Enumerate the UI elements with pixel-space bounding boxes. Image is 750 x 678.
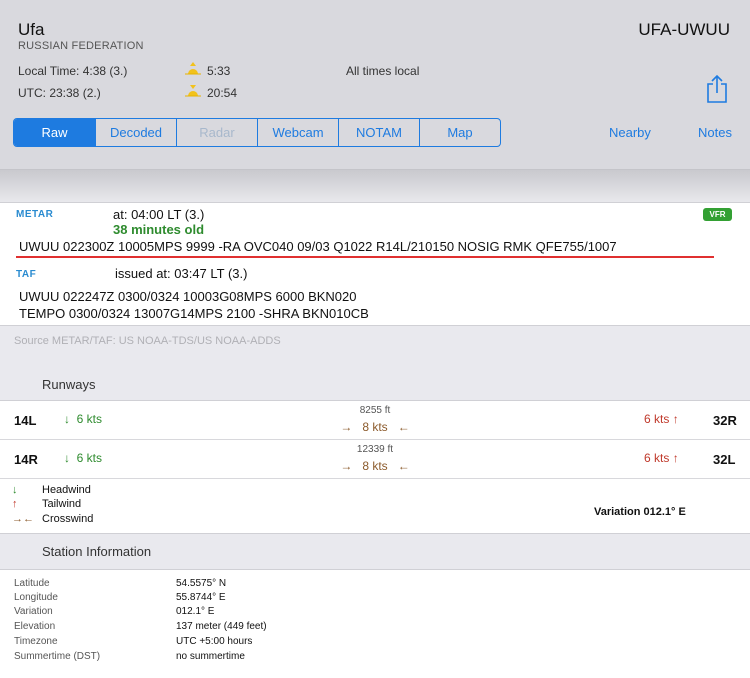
crosswind-left-arrow-icon: ← bbox=[397, 459, 410, 473]
runway-row: 14L ↓ 6 kts 8255 ft → 8 kts ← 6 kts ↑ 32… bbox=[0, 401, 750, 440]
crosswind-arrows-icon: →← bbox=[12, 513, 34, 525]
weather-report-panel: METAR at: 04:00 LT (3.) 38 minutes old V… bbox=[0, 202, 750, 326]
tailwind-value: 6 kts ↑ bbox=[644, 451, 679, 465]
flight-rule-badge: VFR bbox=[703, 208, 732, 221]
runway-row: 14R ↓ 6 kts 12339 ft → 8 kts ← 6 kts ↑ 3… bbox=[0, 440, 750, 479]
tab-map[interactable]: Map bbox=[419, 119, 500, 146]
info-key-dst: Summertime (DST) bbox=[14, 651, 101, 662]
crosswind-left-arrow-icon: ← bbox=[397, 420, 410, 434]
magnetic-variation: Variation 012.1° E bbox=[594, 506, 686, 518]
tab-decoded[interactable]: Decoded bbox=[95, 119, 176, 146]
tab-radar: Radar bbox=[176, 119, 257, 146]
info-value-longitude: 55.8744° E bbox=[176, 592, 226, 603]
taf-raw-line-2: TEMPO 0300/0324 13007G14MPS 2100 -SHRA B… bbox=[19, 306, 369, 321]
taf-label: TAF bbox=[16, 269, 37, 280]
all-times-note: All times local bbox=[346, 64, 420, 78]
tailwind-arrow-icon: ↑ bbox=[672, 451, 679, 465]
station-header: Ufa RUSSIAN FEDERATION UFA-UWUU Local Ti… bbox=[0, 0, 750, 170]
info-key-latitude: Latitude bbox=[14, 578, 50, 589]
info-value-dst: no summertime bbox=[176, 651, 245, 662]
share-icon[interactable] bbox=[705, 74, 729, 104]
crosswind-value: → 8 kts ← bbox=[340, 459, 410, 473]
notes-button[interactable]: Notes bbox=[698, 125, 732, 140]
tailwind-value: 6 kts ↑ bbox=[644, 412, 679, 426]
runway-length: 8255 ft bbox=[359, 405, 391, 416]
tab-raw[interactable]: Raw bbox=[14, 119, 95, 146]
info-key-timezone: Timezone bbox=[14, 636, 58, 647]
station-info-section-title: Station Information bbox=[42, 544, 152, 559]
local-time: Local Time: 4:38 (3.) bbox=[18, 64, 128, 78]
metar-raw-text: UWUU 022300Z 10005MPS 9999 -RA OVC040 09… bbox=[19, 239, 617, 254]
header-divider bbox=[0, 170, 750, 202]
metar-underline bbox=[16, 256, 714, 258]
sunset-icon bbox=[185, 85, 201, 100]
info-key-elevation: Elevation bbox=[14, 621, 56, 632]
view-tabs: Raw Decoded Radar Webcam NOTAM Map bbox=[13, 118, 501, 147]
sunrise-time: 5:33 bbox=[207, 64, 231, 78]
info-key-longitude: Longitude bbox=[14, 592, 58, 603]
city-name: Ufa bbox=[18, 20, 45, 39]
tab-webcam[interactable]: Webcam bbox=[257, 119, 338, 146]
metar-time: at: 04:00 LT (3.) bbox=[113, 207, 205, 222]
station-info-panel: Latitude 54.5575° N Longitude 55.8744° E… bbox=[0, 569, 750, 678]
data-source-note: Source METAR/TAF: US NOAA-TDS/US NOAA-AD… bbox=[14, 335, 281, 347]
runway-opposite-name: 32L bbox=[713, 452, 736, 467]
info-value-variation: 012.1° E bbox=[176, 606, 215, 617]
info-value-elevation: 137 meter (449 feet) bbox=[176, 621, 267, 632]
crosswind-value: → 8 kts ← bbox=[340, 420, 410, 434]
nearby-button[interactable]: Nearby bbox=[609, 125, 651, 140]
legend-crosswind: →← Crosswind bbox=[12, 513, 94, 525]
taf-issued-time: issued at: 03:47 LT (3.) bbox=[115, 266, 248, 281]
tab-notam[interactable]: NOTAM bbox=[338, 119, 419, 146]
sunset-time: 20:54 bbox=[207, 86, 238, 100]
tailwind-arrow-icon: ↑ bbox=[12, 498, 18, 510]
legend-headwind: ↓ Headwind bbox=[12, 484, 91, 496]
sunrise-icon bbox=[185, 62, 201, 78]
runway-length: 12339 ft bbox=[356, 444, 394, 455]
station-code: UFA-UWUU bbox=[638, 20, 730, 39]
runways-section-title: Runways bbox=[42, 377, 96, 392]
info-key-variation: Variation bbox=[14, 606, 53, 617]
info-value-timezone: UTC +5:00 hours bbox=[176, 636, 253, 647]
metar-label: METAR bbox=[16, 209, 54, 220]
metar-age: 38 minutes old bbox=[113, 222, 205, 237]
utc-time: UTC: 23:38 (2.) bbox=[18, 86, 101, 100]
runway-opposite-name: 32R bbox=[713, 413, 737, 428]
headwind-arrow-icon: ↓ bbox=[12, 484, 18, 496]
taf-raw-line-1: UWUU 022247Z 0300/0324 10003G08MPS 6000 … bbox=[19, 289, 357, 304]
info-value-latitude: 54.5575° N bbox=[176, 578, 227, 589]
legend-tailwind: ↑ Tailwind bbox=[12, 498, 82, 510]
crosswind-right-arrow-icon: → bbox=[340, 459, 353, 473]
crosswind-right-arrow-icon: → bbox=[340, 420, 353, 434]
country-name: RUSSIAN FEDERATION bbox=[18, 40, 144, 52]
tailwind-arrow-icon: ↑ bbox=[672, 412, 679, 426]
